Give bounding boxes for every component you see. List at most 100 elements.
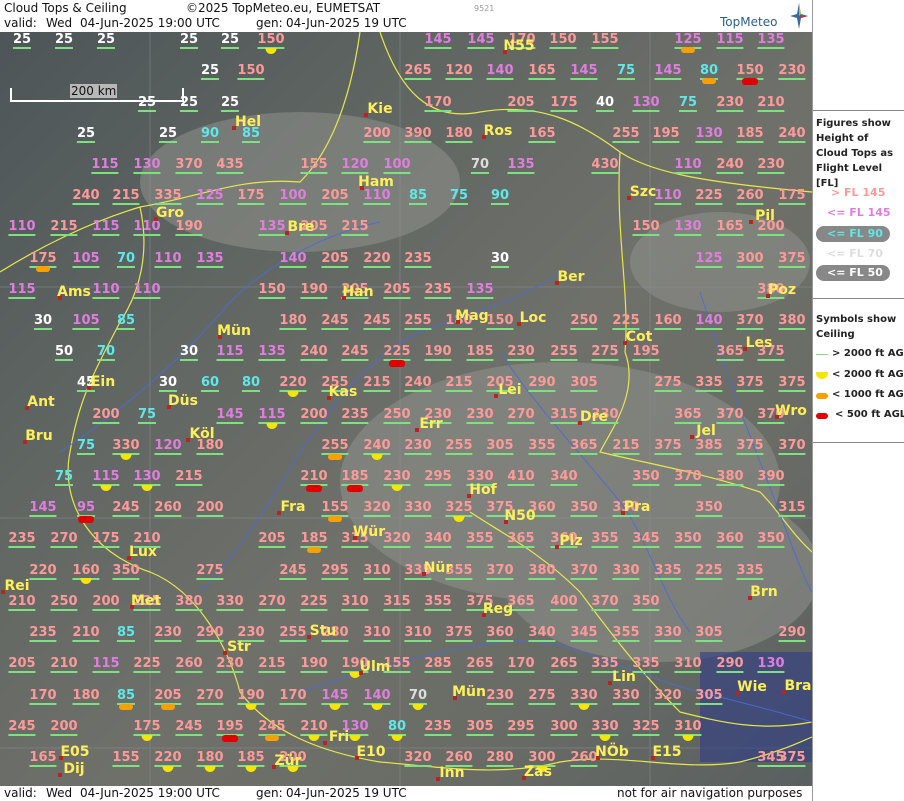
footer-gen-datetime: 04-Jun-2025 19 UTC — [286, 786, 407, 800]
cloud-top-label: 355 — [591, 531, 619, 548]
cloud-top-label: 115 — [92, 469, 120, 486]
cloud-top-label: 165 — [528, 63, 556, 80]
ceiling-below-500-icon — [742, 78, 758, 85]
cloud-top-label: 70 — [408, 688, 428, 705]
cloud-top-label: 370 — [778, 438, 806, 455]
satellite-map[interactable]: 200 km 25 25 25 25 25 150 145 145 170 150 155 125 11… — [0, 32, 812, 786]
cloud-top-label: 205 — [321, 188, 349, 205]
cloud-top-label: 155 — [591, 32, 619, 49]
cloud-top-label: 145 — [216, 407, 244, 424]
city-label: Wie — [737, 679, 767, 695]
cloud-top-label: 185 — [736, 126, 764, 143]
city-label: Ber — [557, 269, 585, 285]
cloud-top-label: 255 — [279, 625, 307, 642]
legend-ceiling-2000-above: > 2000 ft AGL — [832, 348, 904, 359]
cloud-top-label: 255 — [445, 438, 473, 455]
cloud-top-label: 135 — [507, 157, 535, 174]
cloud-top-label: 175 — [550, 95, 578, 112]
cloud-top-label: 370 — [591, 594, 619, 611]
cloud-top-label: 305 — [466, 719, 494, 736]
cloud-top-label: 375 — [736, 375, 764, 392]
cloud-top-label: 75 — [616, 63, 636, 80]
cloud-top-label: 110 — [674, 157, 702, 174]
cloud-top-label: 370 — [486, 563, 514, 580]
cloud-top-label: 275 — [654, 375, 682, 392]
legend-tops-fl-90: <= FL 90 — [827, 227, 883, 240]
cloud-top-label: 260 — [736, 188, 764, 205]
cloud-top-label: 400 — [550, 594, 578, 611]
city-label: Dij — [63, 761, 85, 777]
cloud-top-label: 265 — [466, 656, 494, 673]
cloud-top-label: 230 — [778, 63, 806, 80]
cloud-top-label: 120 — [445, 63, 473, 80]
cloud-top-label: 70 — [470, 157, 490, 174]
cloud-top-label: 275 — [196, 563, 224, 580]
compass-star-icon — [790, 3, 808, 29]
cloud-top-label: 115 — [8, 282, 36, 299]
cloud-top-label: 115 — [216, 344, 244, 361]
city-marker — [58, 773, 62, 777]
cloud-top-label: 390 — [757, 469, 785, 486]
cloud-top-label: 325 — [445, 500, 473, 517]
cloud-top-label: 145 — [29, 500, 57, 517]
cloud-top-label: 75 — [678, 95, 698, 112]
scale-bar: 200 km — [10, 84, 184, 102]
city-label: Jel — [696, 423, 716, 439]
ceiling-below-1000-icon — [265, 735, 279, 741]
cloud-top-label: 340 — [424, 531, 452, 548]
cloud-top-label: 85 — [116, 313, 136, 330]
cloud-top-label: 330 — [612, 688, 640, 705]
legend-tops-fl-50: <= FL 50 — [827, 266, 883, 279]
cloud-top-label: 240 — [716, 157, 744, 174]
cloud-top-label: 150 — [549, 32, 577, 49]
cloud-top-label: 110 — [654, 188, 682, 205]
cloud-top-label: 215 — [363, 375, 391, 392]
cloud-top-label: 25 — [200, 63, 220, 80]
city-label: Mün — [217, 323, 251, 339]
cloud-top-label: 250 — [570, 313, 598, 330]
ceiling-below-1000-icon — [307, 547, 321, 553]
cloud-top-label: 30 — [33, 313, 53, 330]
city-label: Ham — [358, 174, 394, 190]
cloud-top-label: 40 — [595, 95, 615, 112]
cloud-top-label: 255 — [321, 438, 349, 455]
city-label: Poz — [767, 282, 797, 298]
cloud-top-label: 265 — [550, 656, 578, 673]
cloud-top-label: 350 — [674, 531, 702, 548]
cloud-top-label: 210 — [757, 95, 785, 112]
cloud-top-label: 290 — [716, 656, 744, 673]
cloud-top-label: 235 — [29, 625, 57, 642]
valid-day: Wed — [46, 16, 73, 30]
cloud-top-label: 25 — [179, 32, 199, 49]
cloud-top-label: 135 — [258, 344, 286, 361]
footer-gen-label: gen: — [256, 786, 283, 800]
cloud-top-label: 220 — [363, 251, 391, 268]
copyright-text: ©2025 TopMeteo.eu, EUMETSAT — [186, 1, 381, 15]
cloud-top-label: 295 — [507, 719, 535, 736]
cloud-top-label: 375 — [778, 375, 806, 392]
cloud-top-label: 245 — [341, 344, 369, 361]
cloud-top-label: 205 — [321, 251, 349, 268]
cloud-top-label: 75 — [76, 438, 96, 455]
city-label: Hel — [234, 114, 262, 130]
cloud-top-label: 225 — [612, 313, 640, 330]
cloud-top-label: 230 — [404, 438, 432, 455]
legend-panel: Figures show Height of Cloud Tops as Fli… — [812, 0, 904, 801]
cloud-top-label: 255 — [550, 344, 578, 361]
city-label: Rei — [4, 578, 30, 594]
footer-bar: valid: Wed 04-Jun-2025 19:00 UTC gen: 04… — [0, 786, 812, 801]
city-label: Ros — [483, 123, 513, 139]
valid-datetime: 04-Jun-2025 19:00 UTC — [80, 16, 220, 30]
cloud-top-label: 185 — [466, 344, 494, 361]
cloud-top-label: 95 — [76, 500, 96, 517]
cloud-top-label: 370 — [674, 469, 702, 486]
cloud-top-label: 175 — [237, 188, 265, 205]
cloud-top-label: 375 — [654, 438, 682, 455]
city-label: Cot — [625, 329, 653, 345]
city-label: Mag — [455, 308, 489, 324]
cloud-top-label: 135 — [258, 219, 286, 236]
cloud-top-label: 225 — [695, 188, 723, 205]
ceiling-line-icon — [816, 354, 828, 355]
cloud-top-label: 165 — [29, 750, 57, 767]
cloud-top-label: 130 — [757, 656, 785, 673]
